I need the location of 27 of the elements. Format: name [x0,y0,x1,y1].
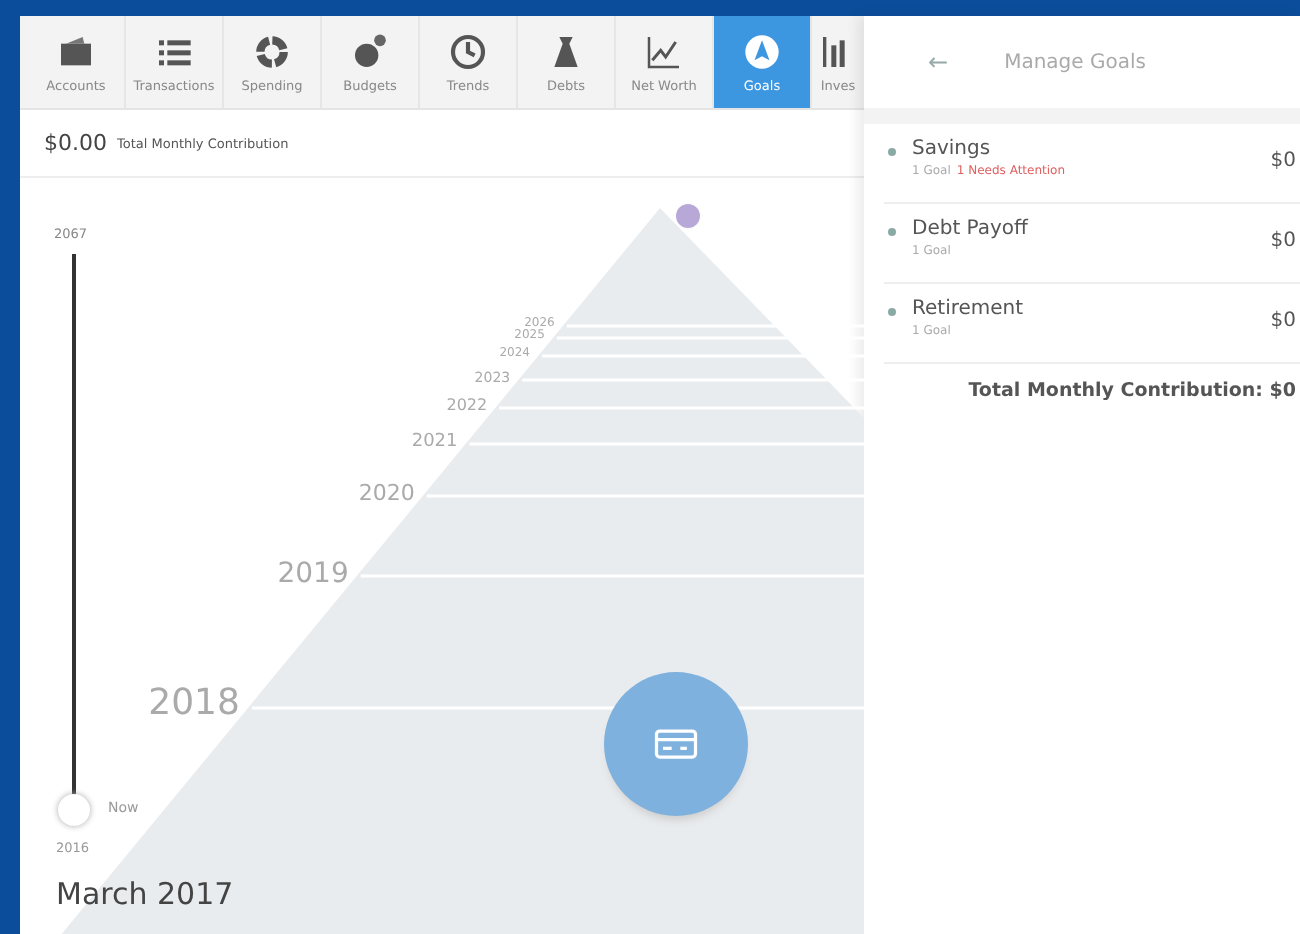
year-label: 2018 [148,686,240,723]
contribution-amount: $0.00 [44,130,107,156]
bullet-dot [888,308,896,316]
ring-chart-icon [252,31,292,71]
year-label: 2021 [411,433,458,452]
total-contribution: Total Monthly Contribution: $0 [966,378,1298,402]
clock-icon [448,31,488,71]
wallet-icon [56,31,96,71]
navigation-icon [742,31,782,71]
category-amount: $0 [1270,230,1298,252]
back-button[interactable]: ← [928,48,949,76]
category-amount: $0 [1270,150,1298,172]
goal-marker-dot[interactable] [676,204,700,228]
category-name: Savings [912,138,993,160]
bullet-dot [888,228,896,236]
category-amount: $0 [1270,310,1298,332]
coins-icon [350,31,390,71]
category-name: Debt Payoff [912,218,1031,240]
bullet-dot [888,148,896,156]
year-label: 2022 [446,398,488,415]
year-label: 2020 [358,482,415,505]
panel-title: Manage Goals [1004,51,1146,73]
category-name: Retirement [912,298,1026,320]
current-date: March 2017 [56,876,234,912]
slider-thumb[interactable] [58,794,90,826]
line-chart-icon [644,31,684,71]
year-label: 2019 [277,559,349,588]
